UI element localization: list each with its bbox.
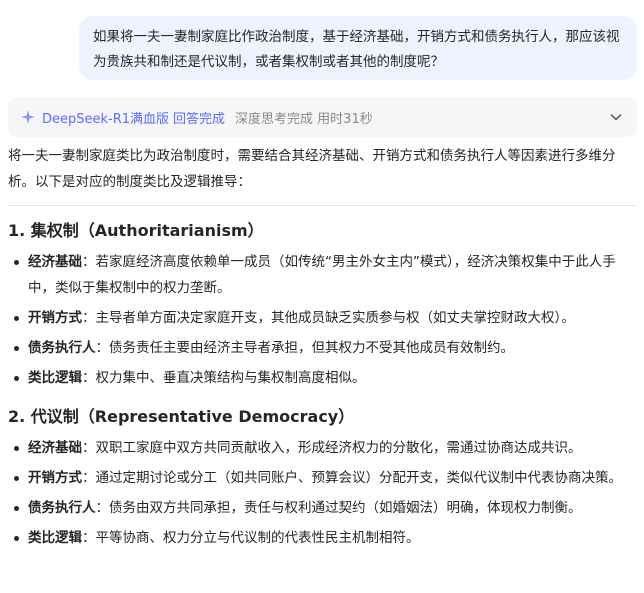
list-item: 开销方式：通过定期讨论或分工（如共同账户、预算会议）分配开支，类似代议制中代表协…: [8, 465, 636, 491]
section-title: 2. 代议制（Representative Democracy）: [8, 407, 355, 426]
item-label: 开销方式: [28, 470, 82, 486]
item-text: ：若家庭经济高度依赖单一成员（如传统“男主外女主内”模式），经济决策权集中于此人…: [28, 254, 616, 296]
item-text: ：双职工家庭中双方共同贡献收入，形成经济权力的分散化，需通过协商达成共识。: [82, 440, 582, 456]
bullet-dot: [14, 506, 19, 511]
item-text: ：主导者单方面决定家庭开支，其他成员缺乏实质参与权（如丈夫掌控财政大权）。: [82, 310, 575, 326]
item-label: 类比逻辑: [28, 370, 82, 386]
list-item: 经济基础：若家庭经济高度依赖单一成员（如传统“男主外女主内”模式），经济决策权集…: [8, 249, 636, 301]
list-item: 开销方式：主导者单方面决定家庭开支，其他成员缺乏实质参与权（如丈夫掌控财政大权）…: [8, 305, 636, 331]
answer-intro: 将一夫一妻制家庭类比为政治制度时，需要结合其经济基础、开销方式和债务执行人等因素…: [8, 148, 616, 190]
item-label: 开销方式: [28, 310, 82, 326]
thinking-duration: 深度思考完成 用时31秒: [235, 111, 373, 127]
bullet-dot: [14, 536, 19, 541]
item-label: 债务执行人: [28, 500, 96, 516]
model-name: DeepSeek-R1满血版: [42, 111, 170, 127]
item-label: 经济基础: [28, 254, 82, 270]
bullet-dot: [14, 476, 19, 481]
bullet-dot: [14, 376, 19, 381]
section-representative-democracy: 2. 代议制（Representative Democracy） 经济基础：双职…: [8, 405, 636, 551]
list-item: 类比逻辑：权力集中、垂直决策结构与集权制高度相似。: [8, 365, 636, 391]
user-message-bubble: 如果将一夫一妻制家庭比作政治制度，基于经济基础，开销方式和债务执行人，那应该视为…: [79, 16, 637, 80]
user-message-text: 如果将一夫一妻制家庭比作政治制度，基于经济基础，开销方式和债务执行人，那应该视为…: [93, 29, 620, 70]
bullet-list: 经济基础：若家庭经济高度依赖单一成员（如传统“男主外女主内”模式），经济决策权集…: [8, 249, 636, 391]
section-authoritarianism: 1. 集权制（Authoritarianism） 经济基础：若家庭经济高度依赖单…: [8, 219, 636, 391]
sparkle-icon: [20, 109, 36, 125]
bullet-dot: [14, 260, 19, 265]
item-label: 债务执行人: [28, 340, 96, 356]
list-item: 经济基础：双职工家庭中双方共同贡献收入，形成经济权力的分散化，需通过协商达成共识…: [8, 435, 636, 461]
bullet-dot: [14, 446, 19, 451]
list-item: 类比逻辑：平等协商、权力分立与代议制的代表性民主机制相符。: [8, 525, 636, 551]
chevron-down-icon[interactable]: [609, 110, 623, 124]
bullet-dot: [14, 346, 19, 351]
item-label: 经济基础: [28, 440, 82, 456]
item-text: ：平等协商、权力分立与代议制的代表性民主机制相符。: [82, 530, 420, 546]
item-text: ：通过定期讨论或分工（如共同账户、预算会议）分配开支，类似代议制中代表协商决策。: [82, 470, 622, 486]
list-item: 债务执行人：债务责任主要由经济主导者承担，但其权力不受其他成员有效制约。: [8, 335, 636, 361]
assistant-answer: 将一夫一妻制家庭类比为政治制度时，需要结合其经济基础、开销方式和债务执行人等因素…: [8, 143, 636, 555]
list-item: 债务执行人：债务由双方共同承担，责任与权利通过契约（如婚姻法）明确，体现权力制衡…: [8, 495, 636, 521]
bullet-dot: [14, 316, 19, 321]
section-title: 1. 集权制（Authoritarianism）: [8, 221, 264, 240]
divider: [8, 205, 636, 206]
item-text: ：债务责任主要由经济主导者承担，但其权力不受其他成员有效制约。: [95, 340, 515, 356]
answer-status: 回答完成: [173, 111, 226, 127]
item-text: ：权力集中、垂直决策结构与集权制高度相似。: [82, 370, 366, 386]
item-text: ：债务由双方共同承担，责任与权利通过契约（如婚姻法）明确，体现权力制衡。: [95, 500, 582, 516]
bullet-list: 经济基础：双职工家庭中双方共同贡献收入，形成经济权力的分散化，需通过协商达成共识…: [8, 435, 636, 551]
chat-page: 如果将一夫一妻制家庭比作政治制度，基于经济基础，开销方式和债务执行人，那应该视为…: [0, 0, 644, 593]
item-label: 类比逻辑: [28, 530, 82, 546]
thinking-status-bar[interactable]: DeepSeek-R1满血版 回答完成 深度思考完成 用时31秒: [8, 97, 637, 137]
